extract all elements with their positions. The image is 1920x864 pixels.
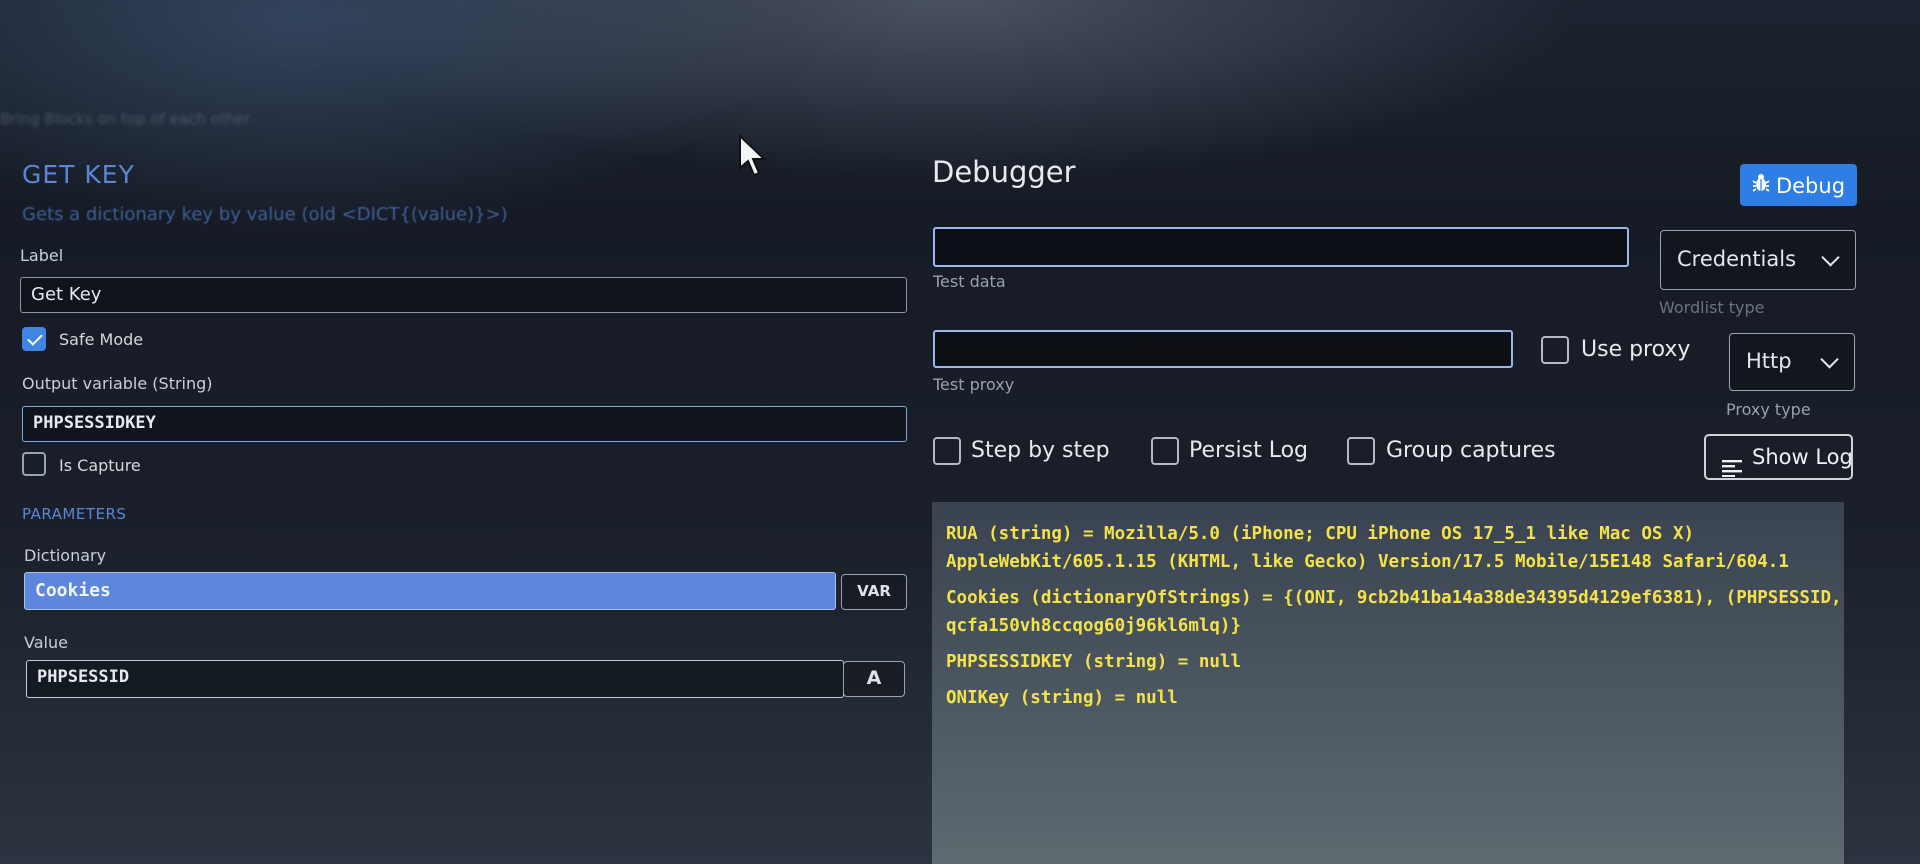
debug-button[interactable]: Debug	[1740, 164, 1857, 206]
wordlist-type-hint: Wordlist type	[1659, 298, 1765, 317]
log-line: Cookies (dictionaryOfStrings) = {(ONI, 9…	[946, 588, 1853, 636]
log-line: ONIKey (string) = null	[946, 688, 1178, 708]
test-data-hint: Test data	[933, 272, 1006, 291]
dictionary-caption: Dictionary	[24, 546, 107, 565]
safe-mode-checkbox[interactable]	[22, 327, 46, 351]
wordlist-type-value: Credentials	[1677, 247, 1797, 271]
value-mode-button[interactable]: A	[843, 661, 905, 697]
is-capture-checkbox[interactable]	[22, 452, 46, 476]
show-log-label: Show Log	[1752, 445, 1853, 469]
safe-mode-label: Safe Mode	[59, 330, 144, 349]
dictionary-input[interactable]: Cookies	[24, 572, 836, 610]
proxy-type-value: Http	[1746, 349, 1792, 373]
persist-log-label: Persist Log	[1189, 438, 1309, 463]
proxy-type-select[interactable]: Http	[1729, 333, 1855, 391]
log-line: RUA (string) = Mozilla/5.0 (iPhone; CPU …	[946, 524, 1789, 572]
chevron-down-icon	[1820, 350, 1839, 369]
use-proxy-checkbox[interactable]	[1541, 336, 1569, 364]
chevron-down-icon	[1821, 248, 1840, 267]
parameters-header: PARAMETERS	[22, 505, 127, 523]
step-by-step-label: Step by step	[971, 438, 1110, 463]
breadcrumb: Bring Blocks on top of each other	[0, 110, 251, 128]
proxy-type-hint: Proxy type	[1726, 400, 1811, 419]
group-captures-checkbox[interactable]	[1347, 437, 1375, 465]
use-proxy-label: Use proxy	[1581, 337, 1691, 362]
block-description: Gets a dictionary key by value (old <DIC…	[22, 204, 508, 225]
output-variable-caption: Output variable (String)	[22, 374, 213, 393]
debug-button-label: Debug	[1775, 174, 1846, 198]
mouse-cursor-icon	[738, 133, 767, 182]
list-icon	[1722, 449, 1742, 491]
bug-icon	[1752, 165, 1770, 207]
var-button[interactable]: VAR	[841, 574, 907, 610]
test-proxy-hint: Test proxy	[933, 375, 1015, 394]
test-proxy-input[interactable]	[933, 330, 1513, 368]
step-by-step-checkbox[interactable]	[933, 437, 961, 465]
value-input[interactable]: PHPSESSID	[26, 660, 844, 698]
debugger-log-panel: RUA (string) = Mozilla/5.0 (iPhone; CPU …	[932, 502, 1844, 864]
label-caption: Label	[20, 246, 64, 265]
block-title: GET KEY	[22, 160, 135, 189]
log-line: PHPSESSIDKEY (string) = null	[946, 652, 1242, 672]
test-data-input[interactable]	[933, 227, 1629, 267]
is-capture-label: Is Capture	[59, 456, 141, 475]
show-log-button[interactable]: Show Log	[1704, 434, 1853, 480]
value-caption: Value	[24, 633, 68, 652]
debugger-title: Debugger	[932, 155, 1076, 189]
text-mode-icon: A	[866, 667, 882, 689]
persist-log-checkbox[interactable]	[1151, 437, 1179, 465]
label-input[interactable]: Get Key	[20, 277, 907, 313]
wordlist-type-select[interactable]: Credentials	[1660, 230, 1856, 290]
output-variable-input[interactable]: PHPSESSIDKEY	[22, 406, 907, 442]
group-captures-label: Group captures	[1386, 438, 1556, 463]
